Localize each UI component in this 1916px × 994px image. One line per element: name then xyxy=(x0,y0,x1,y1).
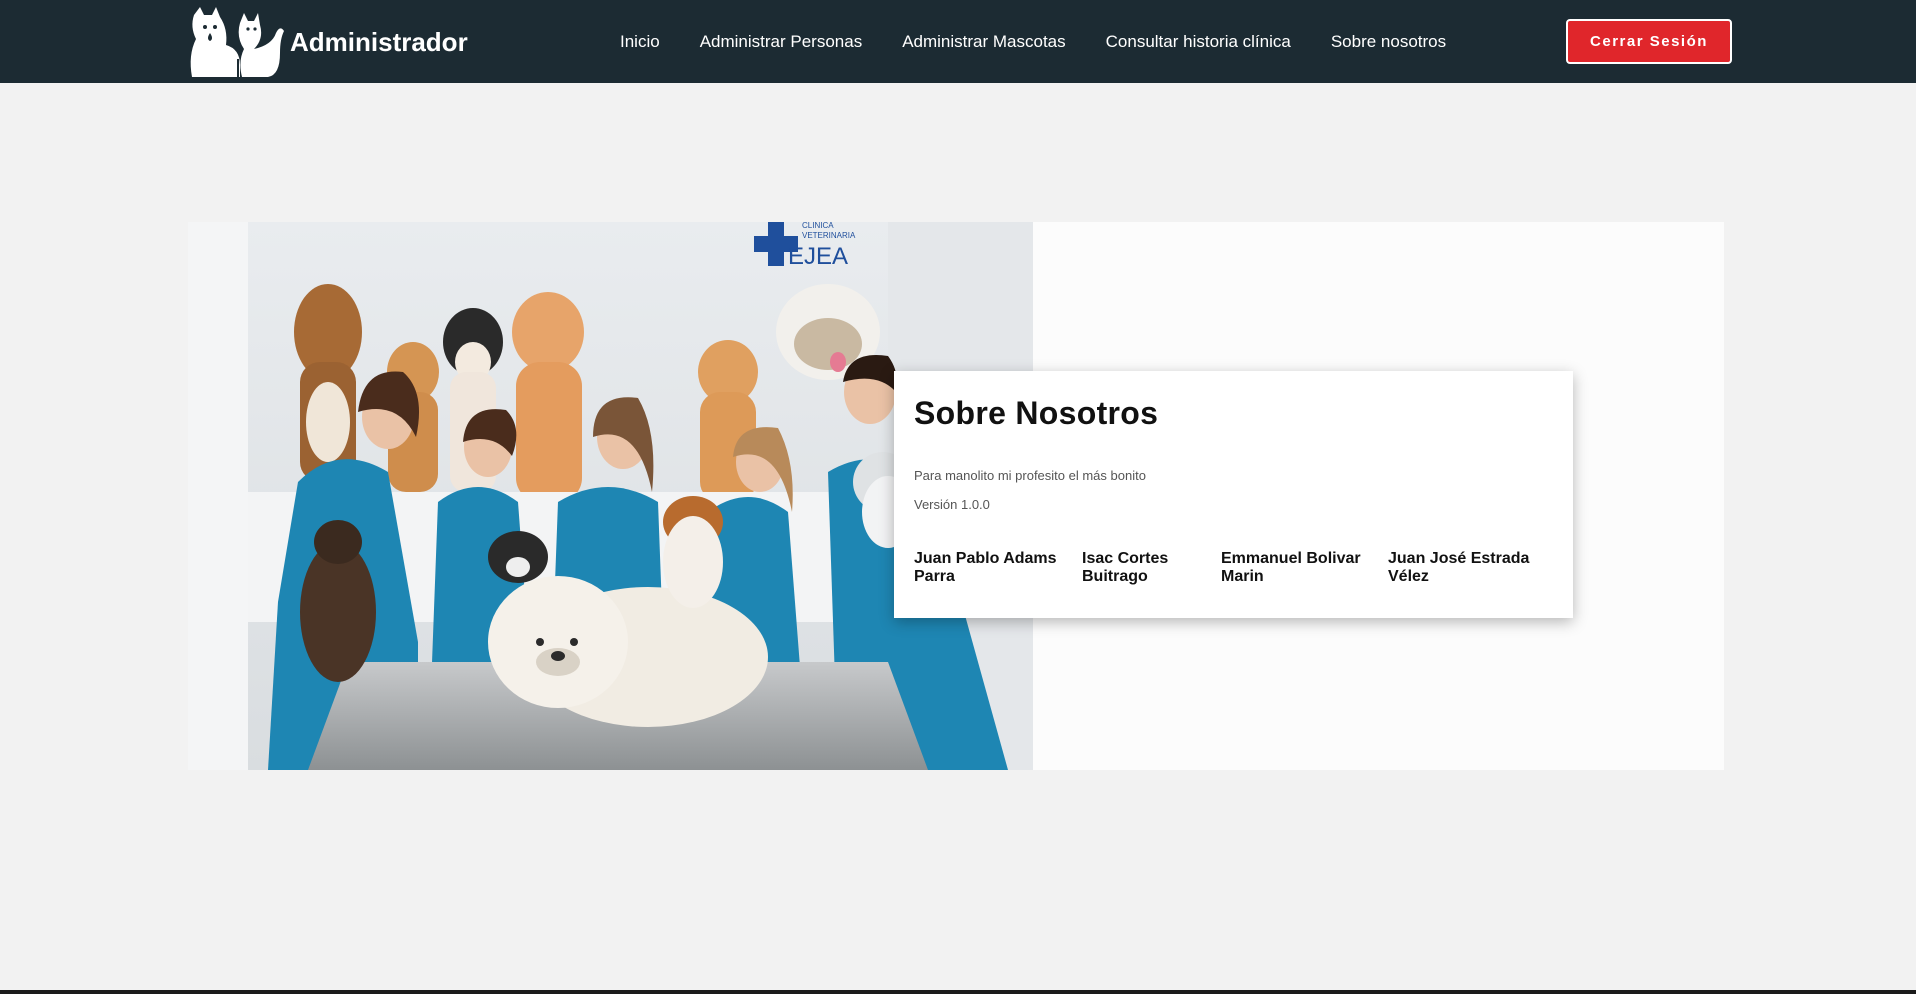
author-item: Juan José Estrada Vélez xyxy=(1388,550,1530,585)
nav-consultar-historia-clinica[interactable]: Consultar historia clínica xyxy=(1106,32,1291,52)
author-item: Emmanuel Bolivar Marin xyxy=(1221,550,1361,585)
about-title: Sobre Nosotros xyxy=(914,395,1159,431)
main-nav: Inicio Administrar Personas Administrar … xyxy=(620,0,1486,83)
bottom-divider xyxy=(0,990,1916,994)
author-item: Juan Pablo Adams Parra xyxy=(914,550,1057,585)
nav-administrar-personas[interactable]: Administrar Personas xyxy=(700,32,863,52)
top-navbar: Administrador Inicio Administrar Persona… xyxy=(0,0,1916,83)
logout-button[interactable]: Cerrar Sesión xyxy=(1566,19,1732,64)
author-item: Isac Cortes Buitrago xyxy=(1082,550,1169,585)
authors-list: Juan Pablo Adams Parra Isac Cortes Buitr… xyxy=(914,550,1553,586)
about-description: Para manolito mi profesito el más bonito xyxy=(914,468,1146,483)
nav-administrar-mascotas[interactable]: Administrar Mascotas xyxy=(902,32,1065,52)
version-text: Versión 1.0.0 xyxy=(914,497,990,512)
nav-sobre-nosotros[interactable]: Sobre nosotros xyxy=(1331,32,1446,52)
clinic-sign-brand: EJEA xyxy=(788,243,848,270)
about-section: CLÍNICA VETERINARIA EJEA Sobre Nosotros … xyxy=(188,222,1724,770)
nav-inicio[interactable]: Inicio xyxy=(620,32,660,52)
cat-dog-logo-icon xyxy=(188,5,286,79)
about-card: Sobre Nosotros Para manolito mi profesit… xyxy=(894,371,1573,618)
clinic-sign-line1: CLÍNICA xyxy=(802,222,834,230)
clinic-sign-line2: VETERINARIA xyxy=(802,231,856,240)
brand-title: Administrador xyxy=(290,26,468,57)
brand[interactable]: Administrador xyxy=(188,4,468,80)
